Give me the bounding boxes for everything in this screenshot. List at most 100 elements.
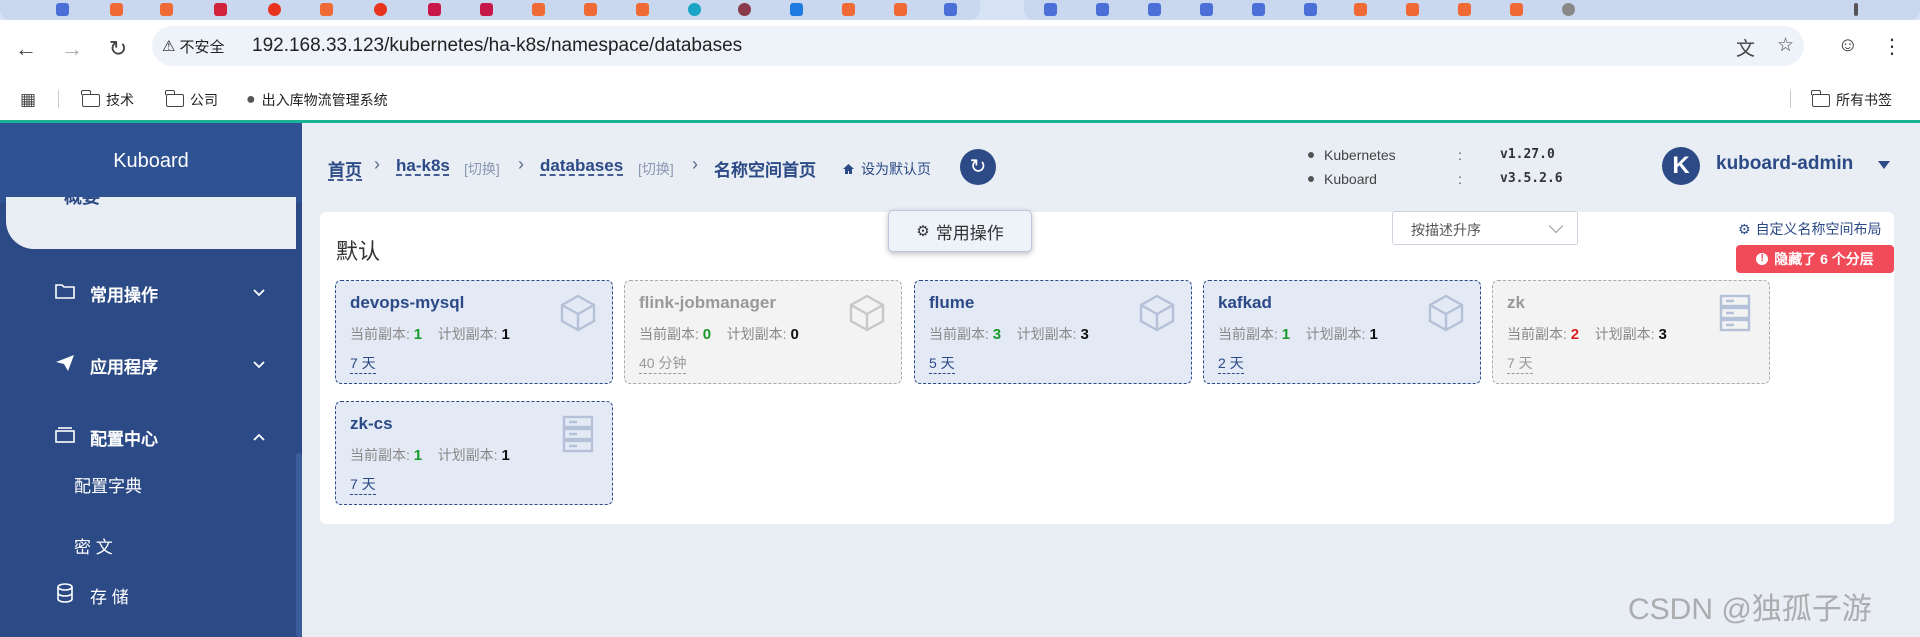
sidebar-item-applications[interactable]: 应用程序: [0, 337, 296, 393]
tab-favicon-icon[interactable]: [480, 3, 493, 16]
tab-favicon-icon[interactable]: [636, 3, 649, 16]
security-indicator[interactable]: ⚠ 不安全: [162, 35, 224, 57]
tab-favicon-icon[interactable]: [268, 3, 281, 16]
version-kuboard: Kuboard : v3.5.2.6: [1308, 171, 1563, 187]
address-bar[interactable]: ⚠ 不安全 192.168.33.123/kubernetes/ha-k8s/n…: [152, 26, 1804, 66]
gear-icon: ⚙: [1738, 220, 1751, 237]
sidebar-item-overview[interactable]: 概要: [6, 197, 296, 249]
tab-favicon-icon[interactable]: [1510, 3, 1523, 16]
tab-favicon-icon[interactable]: [1148, 3, 1161, 16]
tab-favicon-icon[interactable]: [320, 3, 333, 16]
tab-favicon-icon[interactable]: [894, 3, 907, 16]
bookmark-divider: [1790, 90, 1791, 108]
workload-name[interactable]: devops-mysql: [350, 293, 464, 313]
tab-favicon-icon[interactable]: [944, 3, 957, 16]
chevron-up-icon[interactable]: [252, 430, 266, 444]
sort-select[interactable]: 按描述升序: [1392, 211, 1578, 245]
tab-favicon-icon[interactable]: [160, 3, 173, 16]
bookmark-star-icon[interactable]: ☆: [1777, 34, 1794, 61]
common-operations-button[interactable]: ⚙ 常用操作: [888, 210, 1032, 252]
workload-name[interactable]: zk: [1507, 293, 1525, 313]
translate-icon[interactable]: 文: [1736, 34, 1755, 61]
namespace-switch-link[interactable]: [切换]: [638, 159, 674, 179]
back-arrow-icon[interactable]: ←: [12, 35, 40, 63]
workload-card[interactable]: kafkad 当前副本: 1 计划副本: 1 2 天: [1203, 280, 1481, 384]
tab-favicon-icon[interactable]: [584, 3, 597, 16]
statefulset-server-icon: [562, 415, 594, 453]
workload-age: 40 分钟: [639, 353, 687, 374]
sidebar-subitem-configmap[interactable]: 配置字典: [74, 472, 142, 497]
workload-age: 7 天: [350, 474, 376, 495]
bookmark-wms[interactable]: ● 出入库物流管理系统: [246, 90, 388, 110]
sidebar-subitem-secret[interactable]: 密 文: [74, 533, 113, 558]
workload-card[interactable]: flume 当前副本: 3 计划副本: 3 5 天: [914, 280, 1192, 384]
minimize-icon[interactable]: [1854, 3, 1858, 16]
caret-down-icon[interactable]: [1878, 161, 1890, 169]
workload-name[interactable]: kafkad: [1218, 293, 1272, 313]
reload-icon[interactable]: ↻: [104, 35, 132, 63]
bookmark-folder-tech[interactable]: 技术: [81, 89, 134, 110]
workload-card[interactable]: zk 当前副本: 2 计划副本: 3 7 天: [1492, 280, 1770, 384]
breadcrumb-cluster[interactable]: ha-k8s: [396, 156, 450, 176]
tab-favicon-icon[interactable]: [1044, 3, 1057, 16]
tab-favicon-icon[interactable]: [1096, 3, 1109, 16]
statefulset-server-icon: [1719, 294, 1751, 332]
tab-favicon-icon[interactable]: [790, 3, 803, 16]
apps-grid-icon[interactable]: ▦: [20, 90, 36, 110]
tab-favicon-icon[interactable]: [532, 3, 545, 16]
tab-favicon-icon[interactable]: [1354, 3, 1367, 16]
custom-layout-link[interactable]: ⚙ 自定义名称空间布局: [1738, 219, 1882, 239]
tab-favicon-icon[interactable]: [688, 3, 701, 16]
tab-favicon-icon[interactable]: [428, 3, 441, 16]
tab-favicon-icon[interactable]: [1304, 3, 1317, 16]
sidebar-scrollbar[interactable]: [296, 453, 302, 637]
workload-name[interactable]: flume: [929, 293, 974, 313]
tab-favicon-icon[interactable]: [214, 3, 227, 16]
browser-menu-icon[interactable]: ⋮: [1882, 34, 1902, 59]
forward-arrow-icon[interactable]: →: [58, 35, 86, 63]
hidden-layers-badge[interactable]: ! 隐藏了 6 个分层: [1736, 245, 1894, 273]
bookmark-folder-company[interactable]: 公司: [165, 89, 218, 110]
refresh-button[interactable]: ↻: [960, 149, 996, 185]
tab-favicon-icon[interactable]: [738, 3, 751, 16]
chevron-down-icon[interactable]: [252, 286, 266, 300]
breadcrumb-namespace[interactable]: databases: [540, 156, 623, 176]
all-bookmarks[interactable]: 所有书签: [1811, 89, 1892, 110]
version-kubernetes: Kubernetes : v1.27.0: [1308, 147, 1555, 163]
sidebar-item-common-ops[interactable]: 常用操作: [0, 265, 296, 321]
tab-favicon-icon[interactable]: [842, 3, 855, 16]
avatar[interactable]: K: [1662, 147, 1700, 185]
current-replicas: 3: [992, 326, 1002, 343]
workload-card[interactable]: zk-cs 当前副本: 1 计划副本: 1 7 天: [335, 401, 613, 505]
sidebar-item-storage[interactable]: 存 储: [0, 567, 296, 623]
url-text[interactable]: 192.168.33.123/kubernetes/ha-k8s/namespa…: [252, 35, 742, 57]
bookmark-label: 公司: [190, 92, 218, 108]
folder-icon: [1811, 89, 1830, 107]
breadcrumb-home[interactable]: 首页: [328, 156, 362, 181]
user-menu[interactable]: kuboard-admin: [1716, 153, 1853, 175]
breadcrumb-separator-icon: ›: [518, 154, 524, 174]
app-title[interactable]: Kuboard: [0, 123, 302, 203]
workload-name[interactable]: flink-jobmanager: [639, 293, 776, 313]
tab-favicon-icon[interactable]: [56, 3, 69, 16]
tab-favicon-icon[interactable]: [110, 3, 123, 16]
tab-favicon-icon[interactable]: [1200, 3, 1213, 16]
planned-replicas: 0: [790, 326, 799, 343]
set-default-page-button[interactable]: 设为默认页: [842, 159, 931, 179]
cluster-switch-link[interactable]: [切换]: [464, 159, 500, 179]
tab-favicon-icon[interactable]: [1406, 3, 1419, 16]
tab-group-left[interactable]: [0, 0, 980, 20]
workload-card[interactable]: devops-mysql 当前副本: 1 计划副本: 1 7 天: [335, 280, 613, 384]
common-operations-label: 常用操作: [935, 223, 1004, 243]
tab-favicon-icon[interactable]: [374, 3, 387, 16]
tab-group-right[interactable]: [1024, 0, 1920, 20]
tab-favicon-icon[interactable]: [1458, 3, 1471, 16]
workload-name[interactable]: zk-cs: [350, 414, 393, 434]
chevron-down-icon[interactable]: [252, 358, 266, 372]
profile-icon[interactable]: ☺: [1838, 34, 1858, 59]
workload-card[interactable]: flink-jobmanager 当前副本: 0 计划副本: 0 40 分钟: [624, 280, 902, 384]
tab-favicon-icon[interactable]: [1252, 3, 1265, 16]
tab-favicon-icon[interactable]: [1562, 3, 1575, 16]
sidebar-item-config-center[interactable]: 配置中心: [0, 409, 296, 465]
bullet-icon: [1308, 176, 1314, 182]
